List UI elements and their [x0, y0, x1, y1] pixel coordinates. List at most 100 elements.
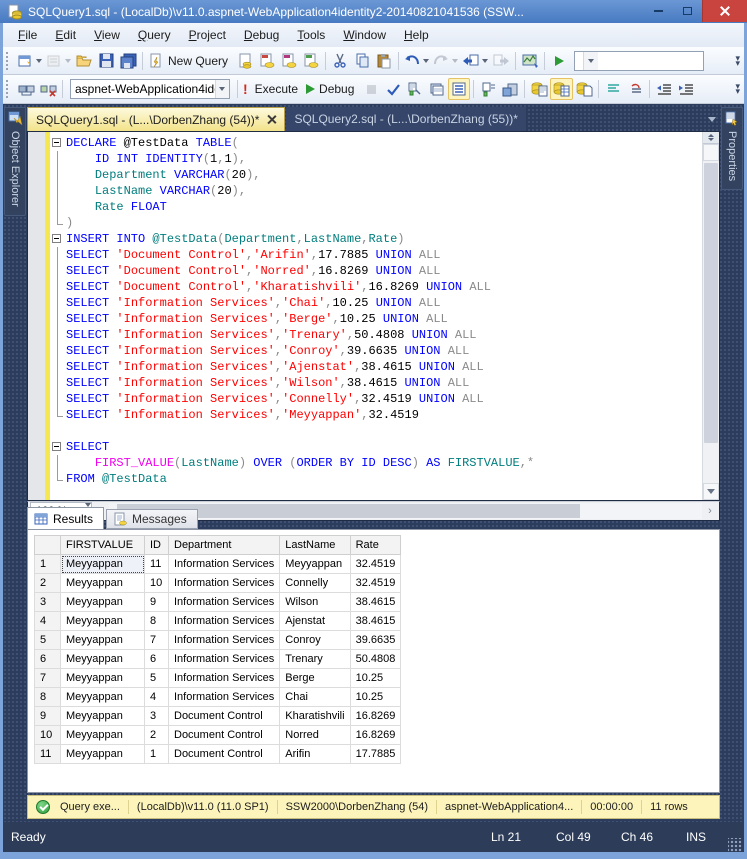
grid-cell[interactable]: Document Control	[169, 745, 280, 764]
grid-cell[interactable]: 10.25	[350, 688, 401, 707]
activity-monitor-button[interactable]	[519, 50, 541, 72]
tab-close-icon[interactable]	[267, 115, 276, 124]
increase-indent-button[interactable]	[675, 78, 697, 100]
grid-cell[interactable]: 3	[145, 707, 169, 726]
menu-window[interactable]: Window	[334, 25, 395, 45]
menu-file[interactable]: File	[9, 25, 46, 45]
menu-debug[interactable]: Debug	[235, 25, 288, 45]
table-row[interactable]: 9Meyyappan3Document ControlKharatishvili…	[35, 707, 401, 726]
grid-cell[interactable]: Meyyappan	[280, 555, 350, 574]
code-line[interactable]: SELECT 'Information Services','Connelly'…	[66, 391, 702, 407]
grid-cell[interactable]: Information Services	[169, 612, 280, 631]
grid-cell[interactable]: 10	[145, 574, 169, 593]
connect-button[interactable]	[15, 78, 37, 100]
grid-cell[interactable]: 38.4615	[350, 612, 401, 631]
grid-cell[interactable]: Document Control	[169, 726, 280, 745]
grid-cell[interactable]: 50.4808	[350, 650, 401, 669]
row-header[interactable]: 5	[35, 631, 61, 650]
grid-cell[interactable]: 17.7885	[350, 745, 401, 764]
grid-cell[interactable]: 8	[145, 612, 169, 631]
grid-cell[interactable]: 2	[145, 726, 169, 745]
document-tab-2[interactable]: SQLQuery2.sql - (L...\DorbenZhang (55))*	[286, 107, 525, 131]
collapse-region-icon[interactable]	[50, 231, 66, 247]
code-line[interactable]: SELECT 'Information Services','Wilson',3…	[66, 375, 702, 391]
grid-cell[interactable]: Chai	[280, 688, 350, 707]
menu-view[interactable]: View	[85, 25, 129, 45]
results-pane-tab-results[interactable]: Results	[27, 507, 104, 529]
results-table[interactable]: FIRSTVALUEIDDepartmentLastNameRate1Meyya…	[34, 535, 401, 764]
table-row[interactable]: 7Meyyappan5Information ServicesBerge10.2…	[35, 669, 401, 688]
code-line[interactable]: SELECT 'Information Services','Meyyappan…	[66, 407, 702, 423]
results-to-file-button[interactable]	[573, 78, 595, 100]
table-row[interactable]: 1Meyyappan11Information ServicesMeyyappa…	[35, 555, 401, 574]
row-header[interactable]: 8	[35, 688, 61, 707]
add-item-button[interactable]	[44, 50, 73, 72]
code-line[interactable]: FIRST_VALUE(LastName) OVER (ORDER BY ID …	[66, 455, 702, 471]
column-header-id[interactable]: ID	[145, 536, 169, 555]
grid-cell[interactable]: 39.6635	[350, 631, 401, 650]
grid-cell[interactable]: 10.25	[350, 669, 401, 688]
copy-button[interactable]	[351, 50, 373, 72]
grid-cell[interactable]: 16.8269	[350, 707, 401, 726]
splitter-button[interactable]	[703, 132, 719, 144]
disconnect-button[interactable]	[37, 78, 59, 100]
sql-editor[interactable]: DECLARE @TestData TABLE( ID INT IDENTITY…	[27, 131, 720, 501]
grid-cell[interactable]: 16.8269	[350, 726, 401, 745]
stop-button[interactable]	[360, 78, 382, 100]
grid-cell[interactable]: Trenary	[280, 650, 350, 669]
grid-cell[interactable]: Meyyappan	[61, 593, 145, 612]
table-row[interactable]: 3Meyyappan9Information ServicesWilson38.…	[35, 593, 401, 612]
database-selector[interactable]: aspnet-WebApplication4ide	[70, 79, 230, 99]
grid-cell[interactable]: Information Services	[169, 555, 280, 574]
code-line[interactable]: DECLARE @TestData TABLE(	[66, 135, 702, 151]
column-header-firstvalue[interactable]: FIRSTVALUE	[61, 536, 145, 555]
toolbar-grip[interactable]	[6, 52, 11, 70]
grid-cell[interactable]: Information Services	[169, 650, 280, 669]
intellisense-button[interactable]	[477, 78, 499, 100]
collapse-region-icon[interactable]	[50, 135, 66, 151]
row-header[interactable]: 4	[35, 612, 61, 631]
object-explorer-tab[interactable]: Object Explorer	[4, 107, 26, 216]
grid-cell[interactable]: Information Services	[169, 593, 280, 612]
code-line[interactable]: ID INT IDENTITY(1,1),	[66, 151, 702, 167]
table-row[interactable]: 8Meyyappan4Information ServicesChai10.25	[35, 688, 401, 707]
minimize-button[interactable]	[644, 1, 673, 21]
scrollbar-thumb[interactable]	[704, 163, 718, 443]
results-pane-tab-messages[interactable]: Messages	[106, 509, 198, 529]
results-to-text-button[interactable]	[528, 78, 550, 100]
grid-cell[interactable]: Kharatishvili	[280, 707, 350, 726]
start-button[interactable]	[548, 50, 570, 72]
new-window-button[interactable]	[15, 50, 44, 72]
query-designer-button[interactable]	[426, 78, 448, 100]
toolbar-grip[interactable]	[6, 80, 11, 98]
grid-cell[interactable]: 38.4615	[350, 593, 401, 612]
grid-cell[interactable]: Information Services	[169, 688, 280, 707]
code-line[interactable]: Department VARCHAR(20),	[66, 167, 702, 183]
grid-cell[interactable]: 32.4519	[350, 574, 401, 593]
table-row[interactable]: 5Meyyappan7Information ServicesConroy39.…	[35, 631, 401, 650]
row-header[interactable]: 11	[35, 745, 61, 764]
mdx-query-button[interactable]	[256, 50, 278, 72]
navigate-backward-button[interactable]	[460, 50, 490, 72]
analyze-query-button[interactable]	[404, 78, 426, 100]
grid-cell[interactable]: Information Services	[169, 574, 280, 593]
code-line[interactable]: )	[66, 215, 702, 231]
grid-cell[interactable]: 32.4519	[350, 555, 401, 574]
code-line[interactable]: LastName VARCHAR(20),	[66, 183, 702, 199]
grid-cell[interactable]: 6	[145, 650, 169, 669]
dmx-query-button[interactable]	[278, 50, 300, 72]
code-line[interactable]	[66, 423, 702, 439]
grid-cell[interactable]: Meyyappan	[61, 612, 145, 631]
decrease-indent-button[interactable]	[653, 78, 675, 100]
grid-corner-header[interactable]	[35, 536, 61, 555]
comment-button[interactable]	[602, 78, 624, 100]
grid-cell[interactable]: 9	[145, 593, 169, 612]
column-header-lastname[interactable]: LastName	[280, 536, 350, 555]
table-row[interactable]: 4Meyyappan8Information ServicesAjenstat3…	[35, 612, 401, 631]
scroll-down-button[interactable]	[703, 483, 719, 500]
column-header-rate[interactable]: Rate	[350, 536, 401, 555]
grid-cell[interactable]: Meyyappan	[61, 555, 145, 574]
collapse-region-icon[interactable]	[50, 439, 66, 455]
maximize-button[interactable]	[673, 1, 702, 21]
grid-cell[interactable]: Berge	[280, 669, 350, 688]
